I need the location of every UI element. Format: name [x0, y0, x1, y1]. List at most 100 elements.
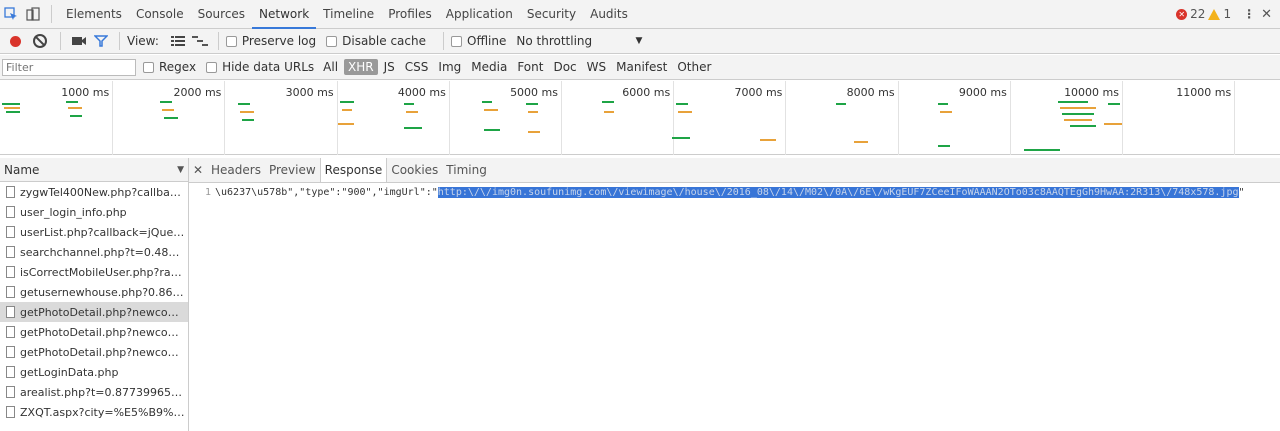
throttling-select[interactable]: No throttling ▼ [516, 34, 642, 48]
waterfall-bar [1064, 119, 1092, 121]
request-rows: zygwTel400New.php?callback=... user_login… [0, 182, 188, 422]
timeline-tick-label: 3000 ms [285, 86, 334, 99]
regex-checkbox[interactable]: Regex [143, 60, 196, 74]
request-row[interactable]: ZXQT.aspx?city=%E5%B9%BF%E6%... [0, 402, 188, 422]
filter-icon[interactable] [90, 30, 112, 52]
overview-waterfall-icon[interactable] [189, 30, 211, 52]
timeline-gridline [673, 81, 675, 155]
device-toolbar-icon[interactable] [22, 3, 44, 25]
waterfall-bar [68, 107, 82, 109]
request-row[interactable]: getLoginData.php [0, 362, 188, 382]
filter-input[interactable] [2, 58, 136, 76]
inspect-element-icon[interactable] [0, 3, 22, 25]
request-row[interactable]: searchchannel.php?t=0.482555... [0, 242, 188, 262]
panel-tabs: Elements Console Sources Network Timeline Pro… [59, 0, 635, 29]
filter-type-img[interactable]: Img [434, 59, 465, 75]
request-name: arealist.php?t=0.877399652288... [20, 385, 185, 399]
request-row[interactable]: getPhotoDetail.php?newcode=... [0, 342, 188, 362]
timeline-tick-label: 6000 ms [622, 86, 671, 99]
detail-tab-timing[interactable]: Timing [442, 158, 491, 182]
network-overview-timeline[interactable]: 1000 ms 2000 ms 3000 ms 4000 ms 5000 ms 6000 … [0, 81, 1280, 155]
offline-checkbox[interactable]: Offline [451, 34, 506, 48]
large-rows-icon[interactable] [167, 30, 189, 52]
waterfall-bar [1062, 113, 1094, 115]
more-options-icon[interactable]: ⋮ [1243, 7, 1255, 21]
request-row[interactable]: zygwTel400New.php?callback=... [0, 182, 188, 202]
hide-data-urls-checkbox[interactable]: Hide data URLs [206, 60, 314, 74]
request-name: user_login_info.php [20, 205, 127, 219]
network-toolbar: View: Preserve log Disable cache Offline… [0, 29, 1280, 54]
filter-type-other[interactable]: Other [673, 59, 715, 75]
waterfall-bar [340, 101, 354, 103]
tab-timeline[interactable]: Timeline [316, 0, 381, 29]
waterfall-bar [6, 111, 20, 113]
close-devtools-icon[interactable]: ✕ [1261, 7, 1272, 22]
waterfall-bar [484, 129, 500, 131]
waterfall-bar [1024, 149, 1060, 151]
filter-type-xhr[interactable]: XHR [344, 59, 378, 75]
selected-image-url[interactable]: http:\/\/img0n.soufunimg.com\/viewimage\… [437, 187, 1239, 198]
request-name: userList.php?callback=jQuery17... [20, 225, 185, 239]
filter-type-doc[interactable]: Doc [549, 59, 580, 75]
request-name: searchchannel.php?t=0.482555... [20, 245, 185, 259]
waterfall-bar [160, 101, 172, 103]
timeline-tick-label: 1000 ms [61, 86, 110, 99]
waterfall-bar [528, 111, 538, 113]
filter-type-media[interactable]: Media [467, 59, 511, 75]
waterfall-bar [2, 103, 20, 105]
filter-type-css[interactable]: CSS [401, 59, 433, 75]
waterfall-bar [602, 101, 614, 103]
tab-sources[interactable]: Sources [191, 0, 252, 29]
filter-type-all[interactable]: All [319, 59, 342, 75]
close-details-icon[interactable]: ✕ [189, 163, 207, 177]
name-column-header[interactable]: Name ▼ [0, 158, 188, 182]
clear-icon[interactable] [33, 34, 47, 48]
request-name: getPhotoDetail.php?newcode=... [20, 325, 185, 339]
response-viewer[interactable]: 1 \u6237\u578b","type":"900","imgUrl":" h… [189, 183, 1280, 198]
request-row[interactable]: getusernewhouse.php?0.86899... [0, 282, 188, 302]
file-icon [6, 286, 15, 298]
waterfall-bar [482, 101, 492, 103]
request-row[interactable]: getPhotoDetail.php?newcode=... [0, 322, 188, 342]
timeline-gridline [448, 81, 450, 155]
waterfall-bar [1104, 123, 1122, 125]
timeline-gridline [224, 81, 226, 155]
error-warning-counter[interactable]: ✕ 22 1 [1176, 7, 1231, 21]
filter-type-manifest[interactable]: Manifest [612, 59, 671, 75]
waterfall-bar [1060, 107, 1096, 109]
request-row[interactable]: userList.php?callback=jQuery17... [0, 222, 188, 242]
tab-network[interactable]: Network [252, 0, 317, 29]
capture-screenshots-icon[interactable] [68, 30, 90, 52]
detail-tab-headers[interactable]: Headers [207, 158, 265, 182]
tab-profiles[interactable]: Profiles [381, 0, 439, 29]
detail-tab-response[interactable]: Response [319, 158, 388, 182]
waterfall-bar [938, 145, 950, 147]
request-details-panel: ✕ Headers Preview Response Cookies Timing 1 … [189, 158, 1280, 431]
detail-tab-cookies[interactable]: Cookies [387, 158, 442, 182]
request-name: getLoginData.php [20, 365, 119, 379]
disable-cache-checkbox[interactable]: Disable cache [326, 34, 426, 48]
request-name: getusernewhouse.php?0.86899... [20, 285, 185, 299]
preserve-log-checkbox[interactable]: Preserve log [225, 34, 316, 48]
request-row[interactable]: user_login_info.php [0, 202, 188, 222]
warning-icon [1208, 8, 1221, 20]
tab-console[interactable]: Console [129, 0, 191, 29]
request-row[interactable]: isCorrectMobileUser.php?rand... [0, 262, 188, 282]
divider [119, 32, 120, 50]
filter-type-font[interactable]: Font [513, 59, 547, 75]
filter-type-js[interactable]: JS [380, 59, 399, 75]
filter-type-ws[interactable]: WS [583, 59, 610, 75]
request-name: zygwTel400New.php?callback=... [20, 185, 185, 199]
request-name: getPhotoDetail.php?newcode=... [20, 345, 185, 359]
tab-elements[interactable]: Elements [59, 0, 129, 29]
record-icon[interactable] [10, 35, 21, 47]
request-row[interactable]: arealist.php?t=0.877399652288... [0, 382, 188, 402]
request-row[interactable]: getPhotoDetail.php?newcode=... [0, 302, 188, 322]
detail-tab-preview[interactable]: Preview [265, 158, 320, 182]
timeline-tick-label: 10000 ms [1064, 86, 1119, 99]
tab-application[interactable]: Application [439, 0, 520, 29]
tab-audits[interactable]: Audits [583, 0, 635, 29]
waterfall-bar [404, 103, 414, 105]
tab-security[interactable]: Security [520, 0, 583, 29]
response-suffix: " [1238, 187, 1245, 198]
